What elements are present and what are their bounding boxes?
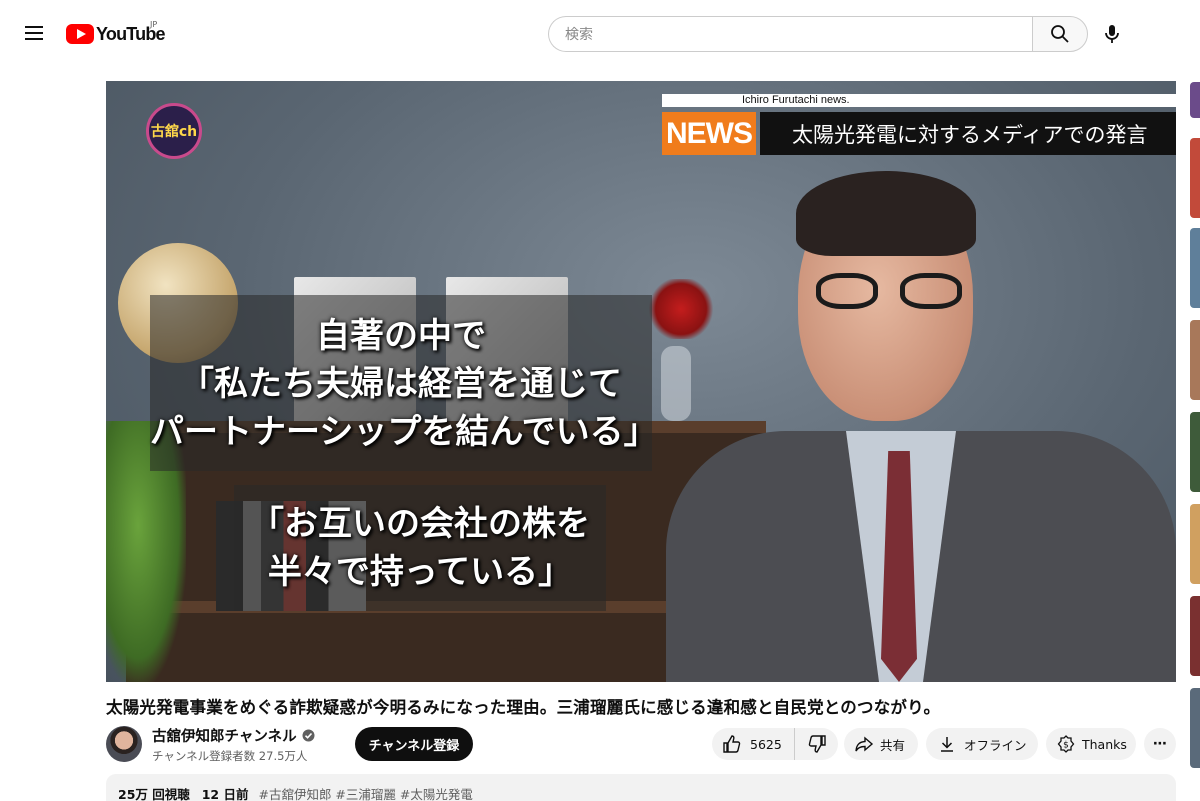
news-badge: NEWS bbox=[662, 112, 756, 155]
channel-name[interactable]: 古舘伊知郎チャンネル bbox=[152, 725, 297, 746]
search-input[interactable]: 検索 bbox=[548, 16, 1032, 52]
sidebar-thumbnail[interactable] bbox=[1190, 504, 1200, 584]
caption-block-2: 「お互いの会社の株を 半々で持っている」 bbox=[234, 485, 606, 611]
share-button[interactable]: 共有 bbox=[844, 728, 918, 760]
caption-line: 半々で持っている」 bbox=[267, 552, 573, 592]
thumbs-up-icon bbox=[723, 735, 741, 753]
channel-avatar[interactable] bbox=[106, 726, 142, 762]
dislike-button[interactable] bbox=[795, 728, 839, 760]
search-button[interactable] bbox=[1032, 16, 1088, 52]
caption-line: パートナーシップを結んでいる」 bbox=[150, 412, 658, 452]
presenter-hair bbox=[796, 171, 976, 256]
subscribe-button[interactable]: チャンネル登録 bbox=[354, 727, 474, 761]
news-strip-text: Ichiro Furutachi news. bbox=[742, 94, 850, 106]
video-title: 太陽光発電事業をめぐる詐欺疑惑が今明るみになった理由。三浦瑠麗氏に感じる違和感と… bbox=[106, 698, 941, 717]
sidebar-thumbnail[interactable] bbox=[1190, 138, 1200, 218]
channel-name-row[interactable]: 古舘伊知郎チャンネル bbox=[152, 725, 315, 746]
thumbs-down-icon bbox=[808, 735, 826, 753]
share-icon bbox=[855, 736, 874, 752]
presenter-image bbox=[666, 161, 1176, 682]
sidebar-thumbnail[interactable] bbox=[1190, 412, 1200, 492]
menu-icon[interactable] bbox=[22, 22, 46, 46]
sidebar-thumbnail[interactable] bbox=[1190, 320, 1200, 400]
presenter-glasses bbox=[816, 273, 966, 311]
channel-watermark: 古舘ch bbox=[146, 103, 202, 159]
mic-icon bbox=[1105, 25, 1119, 43]
caption-line: 「お互いの会社の株を bbox=[250, 504, 590, 544]
voice-search-button[interactable] bbox=[1100, 22, 1124, 46]
caption-line: 「私たち夫婦は経営を通じて bbox=[180, 364, 622, 404]
logo-region: JP bbox=[150, 20, 158, 29]
share-label: 共有 bbox=[880, 737, 906, 753]
like-button[interactable]: 5625 bbox=[712, 728, 795, 760]
channel-info: 古舘伊知郎チャンネル チャンネル登録者数 27.5万人 bbox=[152, 725, 315, 764]
offline-label: オフライン bbox=[964, 737, 1027, 753]
caption-line: 自著の中で bbox=[316, 316, 486, 356]
play-logo-icon bbox=[66, 24, 94, 44]
svg-text:$: $ bbox=[1063, 741, 1069, 751]
news-strip: Ichiro Furutachi news. bbox=[662, 94, 1176, 107]
youtube-logo[interactable]: YouTube JP bbox=[66, 20, 166, 46]
hashtags[interactable]: #古舘伊知郎 #三浦瑠麗 #太陽光発電 bbox=[258, 787, 472, 801]
sidebar-thumbnail[interactable] bbox=[1190, 228, 1200, 308]
sidebar-thumbnail[interactable] bbox=[1190, 596, 1200, 676]
sidebar-thumbnail[interactable] bbox=[1190, 82, 1200, 118]
channel-watermark-text: 古舘ch bbox=[150, 124, 198, 140]
more-icon: ⋯ bbox=[1153, 736, 1167, 752]
upload-date: 12 日前 bbox=[201, 787, 249, 801]
more-actions-button[interactable]: ⋯ bbox=[1144, 728, 1176, 760]
search-icon bbox=[1051, 25, 1069, 43]
description-box[interactable]: 25万 回視聴 12 日前 #古舘伊知郎 #三浦瑠麗 #太陽光発電 bbox=[106, 774, 1176, 801]
like-dislike-group: 5625 bbox=[712, 728, 838, 760]
sidebar-thumbnail[interactable] bbox=[1190, 688, 1200, 768]
verified-icon bbox=[302, 729, 315, 742]
search-bar: 検索 bbox=[548, 16, 1088, 52]
super-thanks-icon: $ bbox=[1057, 735, 1075, 753]
thanks-button[interactable]: $ Thanks bbox=[1046, 728, 1136, 760]
like-count: 5625 bbox=[750, 736, 782, 752]
masthead: YouTube JP 検索 bbox=[0, 0, 1200, 66]
view-count: 25万 回視聴 bbox=[118, 787, 190, 801]
download-icon bbox=[941, 737, 953, 752]
thanks-label: Thanks bbox=[1082, 736, 1127, 752]
offline-download-button[interactable]: オフライン bbox=[926, 728, 1038, 760]
video-player[interactable]: 古舘ch Ichiro Furutachi news. NEWS 太陽光発電に対… bbox=[106, 81, 1176, 682]
subscriber-count: チャンネル登録者数 27.5万人 bbox=[152, 748, 308, 763]
caption-block-1: 自著の中で 「私たち夫婦は経営を通じて パートナーシップを結んでいる」 bbox=[150, 295, 658, 471]
channel-owner: 古舘伊知郎チャンネル チャンネル登録者数 27.5万人 チャンネル登録 bbox=[106, 724, 474, 764]
news-headline: 太陽光発電に対するメディアでの発言 bbox=[760, 112, 1176, 155]
